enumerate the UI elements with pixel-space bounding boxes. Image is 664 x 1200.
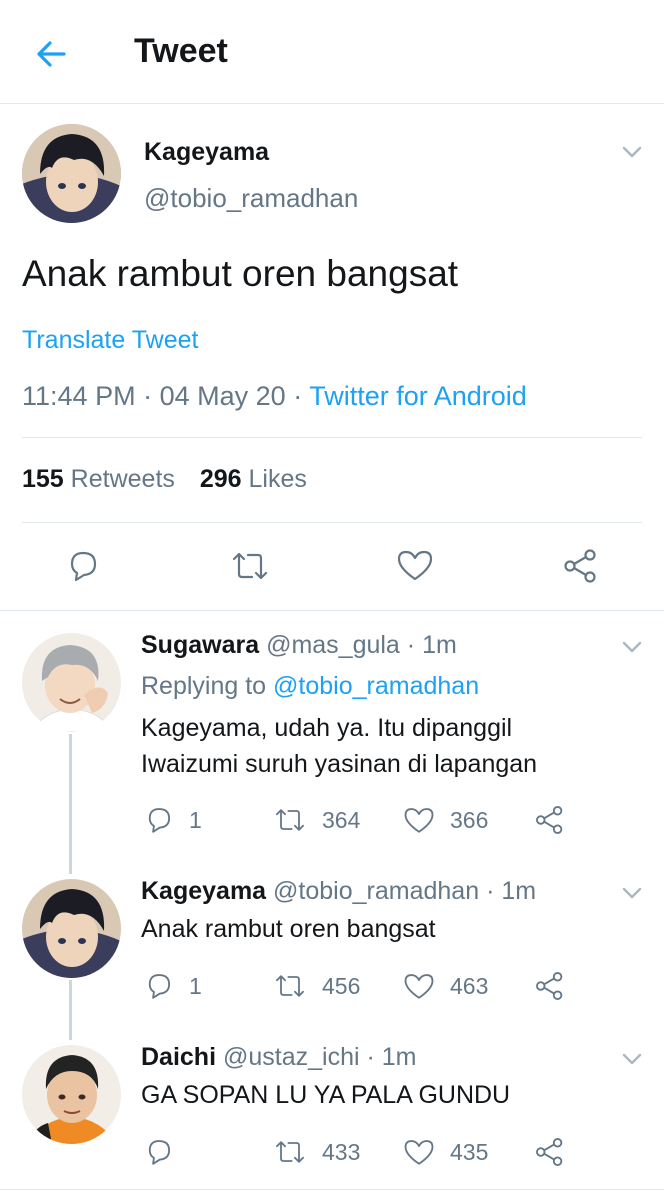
- reply-icon: [148, 808, 171, 833]
- share-icon: [536, 806, 563, 834]
- avatar[interactable]: [22, 879, 121, 978]
- heart-icon: [404, 1140, 434, 1165]
- tweet-options-button[interactable]: [620, 883, 644, 903]
- tweet-time: · 1m: [366, 1043, 417, 1071]
- chevron-down-icon: [622, 1053, 642, 1065]
- share-icon: [564, 549, 596, 583]
- back-button[interactable]: [30, 34, 74, 74]
- like-button[interactable]: 463: [402, 970, 488, 1002]
- reply-icon: [148, 974, 171, 999]
- tweet-time: · 1m: [486, 877, 537, 905]
- retweet-icon: [232, 552, 268, 580]
- tweet-text-line: Iwaizumi suruh yasinan di lapangan: [141, 750, 538, 778]
- tweet-time: · 1m: [406, 631, 457, 659]
- retweet-count: 155: [22, 465, 64, 493]
- replying-to-label: Replying to: [141, 672, 267, 700]
- retweet-icon: [276, 975, 304, 997]
- author-handle[interactable]: @mas_gula: [266, 631, 400, 659]
- replying-to-handle[interactable]: @tobio_ramadhan: [273, 672, 479, 700]
- author-handle[interactable]: @ustaz_ichi: [223, 1043, 360, 1071]
- share-button[interactable]: [533, 1136, 567, 1168]
- meta-separator: ·: [143, 381, 153, 411]
- chevron-down-icon: [622, 887, 642, 899]
- tweet-text: Anak rambut oren bangsat: [141, 915, 436, 943]
- page-title: Tweet: [134, 32, 228, 70]
- author-name[interactable]: Daichi: [141, 1043, 216, 1071]
- like-label: Likes: [248, 465, 307, 493]
- tweet-meta: 11:44 PM · 04 May 20 · Twitter for Andro…: [22, 381, 527, 412]
- thread-line: [69, 980, 72, 1040]
- heart-icon: [404, 808, 434, 833]
- share-icon: [536, 972, 563, 1000]
- retweet-icon: [276, 1141, 304, 1163]
- thread-line: [69, 734, 72, 874]
- tweet-header: Sugawara @mas_gula · 1m: [141, 631, 457, 660]
- reply-icon: [70, 551, 97, 582]
- divider: [22, 437, 642, 438]
- chevron-down-icon: [622, 641, 642, 653]
- tweet-source-link[interactable]: Twitter for Android: [309, 381, 527, 411]
- tweet-options-button[interactable]: [620, 637, 644, 657]
- meta-separator: ·: [293, 381, 303, 411]
- translate-tweet-link[interactable]: Translate Tweet: [22, 326, 198, 355]
- like-count: 435: [450, 1138, 489, 1165]
- retweet-label: Retweets: [70, 465, 175, 493]
- tweet-text: Anak rambut oren bangsat: [22, 253, 459, 294]
- reply-count: 1: [189, 806, 202, 833]
- reply-button[interactable]: 1: [143, 970, 202, 1002]
- chevron-down-icon: [622, 146, 642, 158]
- arrow-left-icon: [37, 41, 66, 67]
- retweet-button[interactable]: 433: [272, 1136, 360, 1168]
- author-handle[interactable]: @tobio_ramadhan: [273, 877, 479, 905]
- author-handle[interactable]: @tobio_ramadhan: [144, 183, 358, 214]
- heart-icon: [397, 550, 433, 581]
- share-button[interactable]: [533, 970, 567, 1002]
- retweet-button[interactable]: 456: [272, 970, 360, 1002]
- likes-stat[interactable]: 296 Likes: [200, 465, 307, 493]
- section-divider: [0, 610, 664, 611]
- like-count: 296: [199, 465, 242, 493]
- avatar[interactable]: [22, 124, 121, 223]
- tweet-text: Kageyama, udah ya. Itu dipanggil Iwaizum…: [141, 710, 537, 782]
- like-button[interactable]: 366: [402, 804, 488, 836]
- retweet-icon: [276, 809, 304, 831]
- tweet-text-line: Kageyama, udah ya. Itu dipanggil: [141, 714, 513, 742]
- divider: [22, 522, 642, 523]
- retweet-count: 364: [322, 806, 361, 833]
- tweet-header: Kageyama @tobio_ramadhan · 1m: [141, 877, 536, 906]
- reply-button[interactable]: [143, 1136, 189, 1168]
- bottom-divider: [0, 1189, 664, 1190]
- tweet-text: GA SOPAN LU YA PALA GUNDU: [141, 1081, 511, 1109]
- retweet-button[interactable]: 364: [272, 804, 360, 836]
- retweet-count: 433: [322, 1138, 361, 1165]
- share-button[interactable]: [533, 804, 567, 836]
- tweet-options-button[interactable]: [620, 1049, 644, 1069]
- like-button[interactable]: [395, 546, 435, 584]
- reply-icon: [148, 1140, 171, 1165]
- like-button[interactable]: 435: [402, 1136, 488, 1168]
- tweet-time: 11:44 PM: [22, 381, 136, 411]
- reply-button[interactable]: [64, 547, 102, 585]
- tweet-options-button[interactable]: [620, 142, 644, 162]
- share-icon: [536, 1138, 563, 1166]
- retweet-count: 456: [322, 972, 361, 999]
- reply-count: 1: [189, 972, 202, 999]
- header-divider: [0, 103, 664, 104]
- like-count: 463: [450, 972, 489, 999]
- author-name[interactable]: Sugawara: [141, 631, 259, 659]
- avatar[interactable]: [22, 1045, 121, 1144]
- like-count: 366: [450, 806, 489, 833]
- retweets-stat[interactable]: 155 Retweets: [22, 465, 182, 493]
- retweet-button[interactable]: [228, 547, 272, 585]
- tweet-header: Daichi @ustaz_ichi · 1m: [141, 1043, 417, 1072]
- share-button[interactable]: [561, 547, 601, 585]
- tweet-date: 04 May 20: [159, 381, 286, 411]
- avatar[interactable]: [22, 633, 121, 732]
- replying-to: Replying to @tobio_ramadhan: [141, 672, 479, 701]
- author-name[interactable]: Kageyama: [144, 138, 269, 167]
- tweet-stats: 155 Retweets 296 Likes: [22, 465, 307, 494]
- reply-button[interactable]: 1: [143, 804, 202, 836]
- author-name[interactable]: Kageyama: [141, 877, 266, 905]
- heart-icon: [404, 974, 434, 999]
